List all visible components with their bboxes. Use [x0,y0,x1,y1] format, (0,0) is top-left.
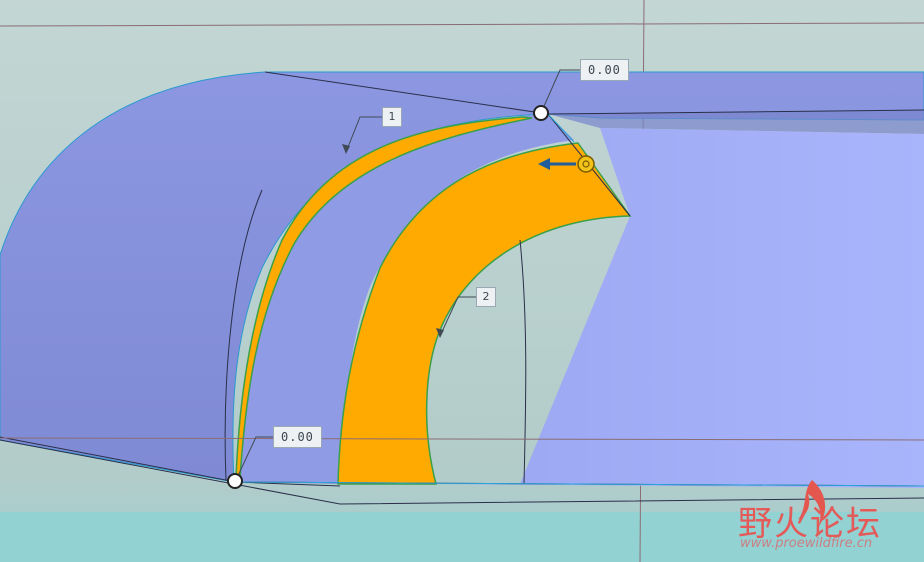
vertex-handle-top[interactable] [533,105,549,121]
watermark: 野火论坛 www.proewildfire.cn [738,478,918,558]
model-viewport[interactable]: 0.00 0.00 1 2 野火论坛 www.proewildfire.cn [0,0,924,562]
callout-label-2[interactable]: 2 [476,287,496,307]
watermark-url: www.proewildfire.cn [740,536,873,551]
dimension-label-top[interactable]: 0.00 [580,59,629,81]
dimension-label-bottom[interactable]: 0.00 [273,426,322,448]
callout-label-1[interactable]: 1 [382,107,402,127]
vertex-handle-bottom[interactable] [227,473,243,489]
